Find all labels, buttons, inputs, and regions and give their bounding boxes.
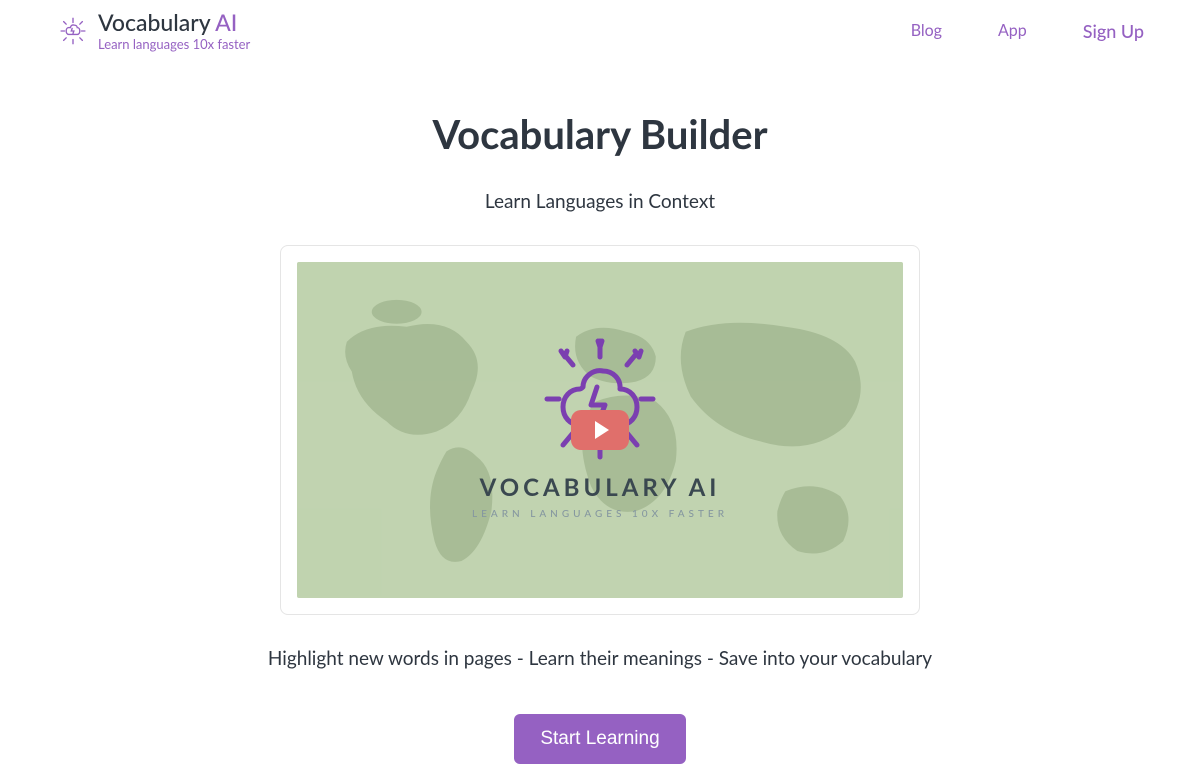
brand-text: Vocabulary AI Learn languages 10x faster (98, 10, 250, 52)
hero-subtitle: Learn Languages in Context (485, 190, 715, 213)
video-thumbnail[interactable]: VOCABULARY AI LEARN LANGUAGES 10X FASTER (297, 262, 903, 598)
hero-title: Vocabulary Builder (432, 110, 767, 158)
video-title: VOCABULARY AI (480, 473, 721, 502)
video-card: VOCABULARY AI LEARN LANGUAGES 10X FASTER (280, 245, 920, 615)
brand-name-part1: Vocabulary (98, 8, 210, 36)
start-learning-button[interactable]: Start Learning (514, 714, 685, 764)
nav-link-signup[interactable]: Sign Up (1083, 20, 1144, 42)
brand-tagline: Learn languages 10x faster (98, 37, 250, 51)
brand-name-part2: AI (215, 8, 237, 36)
video-subtitle: LEARN LANGUAGES 10X FASTER (472, 508, 728, 520)
main-content: Vocabulary Builder Learn Languages in Co… (0, 62, 1200, 764)
nav-link-blog[interactable]: Blog (911, 21, 942, 40)
nav-link-app[interactable]: App (998, 21, 1027, 40)
top-nav: Blog App Sign Up (911, 20, 1144, 42)
play-icon (595, 421, 609, 439)
brand[interactable]: Vocabulary AI Learn languages 10x faster (56, 10, 250, 52)
hero-description: Highlight new words in pages - Learn the… (268, 647, 932, 670)
brain-logo-icon (56, 14, 90, 48)
play-button[interactable] (571, 410, 629, 450)
header: Vocabulary AI Learn languages 10x faster… (0, 0, 1200, 62)
brand-title: Vocabulary AI (98, 10, 250, 35)
